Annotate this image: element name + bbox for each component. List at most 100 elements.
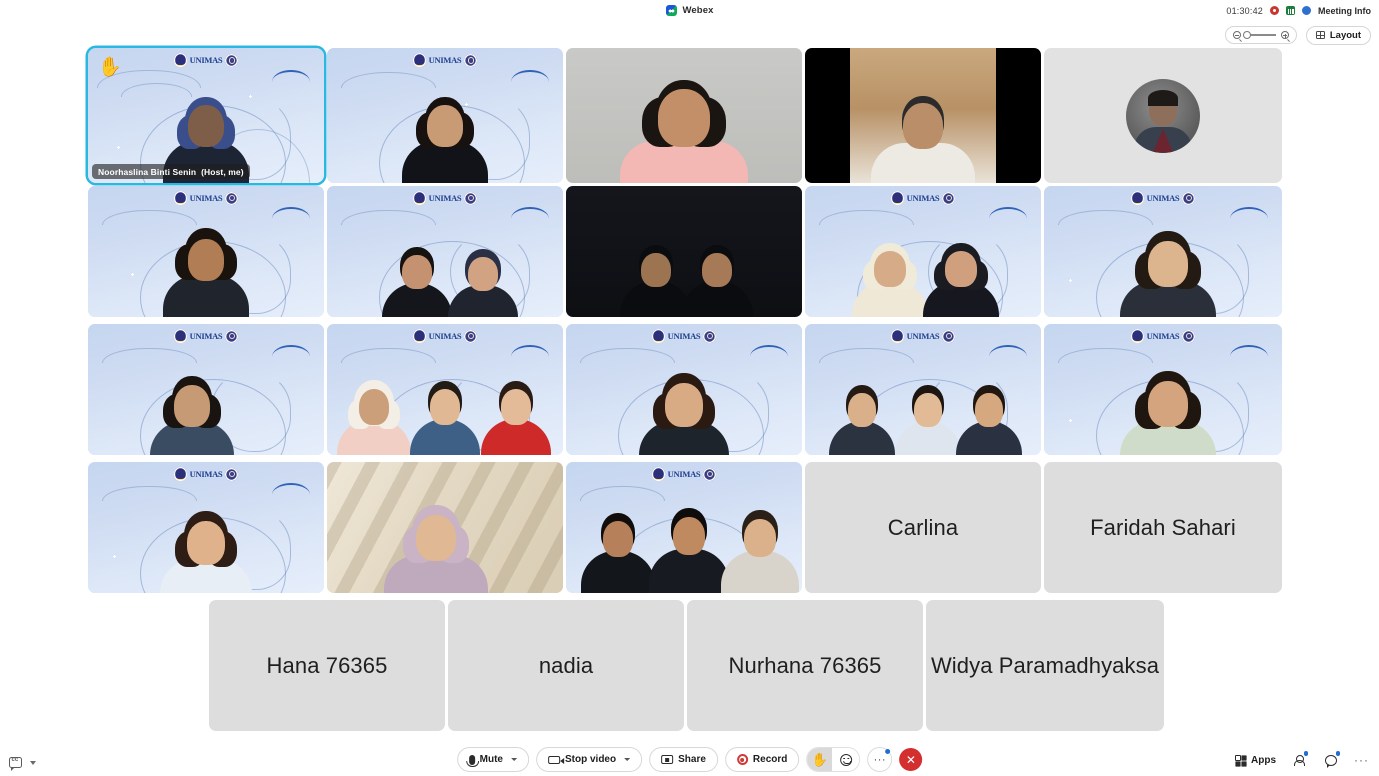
unimas-seal-icon — [464, 53, 478, 67]
participant-tile[interactable]: UNIMAS — [566, 462, 802, 593]
network-signal-icon[interactable] — [1286, 6, 1295, 15]
participant-tile[interactable]: UNIMAS — [88, 324, 324, 455]
participant-tile[interactable]: UNIMAS — [566, 324, 802, 455]
microphone-icon — [466, 754, 480, 767]
participant-video-person — [160, 521, 252, 593]
share-button-label: Share — [678, 754, 706, 765]
zoom-out-icon[interactable] — [1232, 31, 1241, 39]
participant-tile[interactable] — [566, 186, 802, 317]
participant-name-badge: Noorhaslina Binti Senin (Host, me) — [92, 164, 250, 179]
participant-tile[interactable]: UNIMAS — [327, 324, 563, 455]
participant-video-person — [620, 89, 748, 183]
participant-name: Carlina — [887, 514, 959, 540]
unimas-seal-icon — [225, 53, 239, 67]
more-options-button[interactable]: ··· — [867, 747, 893, 772]
participant-video-person — [1119, 241, 1216, 317]
share-screen-icon — [661, 755, 674, 764]
toolbar-center: Mute Stop video Share Record ✋ ··· ✕ — [456, 747, 923, 772]
participant-tile-placeholder[interactable]: Carlina — [805, 462, 1041, 593]
unimas-seal-icon — [703, 467, 717, 481]
unimas-wordmark: UNIMAS — [428, 55, 462, 66]
meeting-info-button[interactable]: Meeting Info — [1318, 6, 1371, 16]
toolbar-right: Apps ··· — [1235, 751, 1369, 769]
participant-name: nadia — [538, 652, 594, 678]
participant-tile[interactable]: UNIMAS — [805, 186, 1041, 317]
toolbar-more-button[interactable]: ··· — [1354, 753, 1369, 767]
participant-tile-avatar[interactable] — [1044, 48, 1282, 183]
apps-button[interactable]: Apps — [1235, 755, 1276, 766]
participant-tile-placeholder[interactable]: Faridah Sahari — [1044, 462, 1282, 593]
participant-video-person — [163, 239, 249, 317]
participant-video-person — [922, 251, 999, 317]
participant-tile-self[interactable]: UNIMAS ✋ Noorhaslina Binti Senin (Host, … — [88, 48, 324, 183]
unimas-crest-icon — [412, 191, 426, 206]
chevron-down-icon[interactable] — [624, 758, 631, 761]
grid-layout-icon — [1315, 31, 1325, 39]
unimas-wordmark: UNIMAS — [1146, 331, 1180, 342]
unimas-crest-icon — [173, 329, 187, 344]
layout-button[interactable]: Layout — [1305, 25, 1371, 45]
share-button[interactable]: Share — [649, 747, 718, 772]
participant-tile[interactable]: UNIMAS — [88, 186, 324, 317]
participant-tile[interactable] — [327, 462, 563, 593]
raise-hand-button[interactable]: ✋ — [807, 748, 833, 771]
apps-button-label: Apps — [1251, 754, 1276, 766]
unimas-wordmark: UNIMAS — [667, 469, 701, 480]
end-call-button[interactable]: ✕ — [899, 748, 923, 771]
meeting-toolbar: Mute Stop video Share Record ✋ ··· — [0, 738, 1379, 776]
participant-tile-placeholder[interactable]: Nurhana 76365 — [687, 600, 923, 731]
participant-video-person — [851, 251, 928, 317]
avatar — [1126, 78, 1200, 153]
zoom-slider[interactable] — [1224, 26, 1297, 44]
chat-button[interactable] — [1322, 751, 1340, 769]
participant-tile[interactable] — [805, 48, 1041, 183]
participant-video-person — [337, 389, 412, 455]
stop-video-button-label: Stop video — [564, 754, 617, 765]
stop-video-button[interactable]: Stop video — [535, 747, 643, 772]
chevron-down-icon[interactable] — [510, 758, 517, 761]
unimas-wordmark: UNIMAS — [189, 55, 223, 66]
mute-button[interactable]: Mute — [456, 747, 529, 772]
grid-row: UNIMAS UNIMAS — [88, 462, 1282, 593]
participant-tile[interactable]: UNIMAS — [1044, 186, 1282, 317]
participants-button[interactable] — [1290, 751, 1308, 769]
unimas-wordmark: UNIMAS — [428, 193, 462, 204]
participant-tile[interactable] — [566, 48, 802, 183]
chevron-down-icon[interactable] — [30, 760, 36, 765]
record-status-icon[interactable] — [1270, 6, 1279, 15]
zoom-thumb[interactable] — [1242, 31, 1251, 40]
participant-tile[interactable]: UNIMAS — [1044, 324, 1282, 455]
unimas-crest-icon — [1130, 191, 1144, 206]
reactions-button[interactable] — [832, 748, 860, 771]
closed-captions-icon[interactable] — [9, 757, 22, 771]
participant-tile[interactable]: UNIMAS — [805, 324, 1041, 455]
unimas-crest-icon — [890, 329, 904, 344]
unimas-seal-icon — [225, 329, 239, 343]
participant-video-person — [383, 515, 488, 593]
participant-tile[interactable]: UNIMAS — [327, 48, 563, 183]
participant-video-person — [410, 389, 480, 455]
unimas-seal-icon — [703, 329, 717, 343]
grid-row: UNIMAS UNIMAS — [88, 324, 1282, 455]
unimas-crest-icon — [651, 467, 665, 482]
zoom-in-icon[interactable] — [1280, 31, 1289, 39]
unimas-wordmark: UNIMAS — [189, 331, 223, 342]
title-bar: Webex — [0, 0, 1379, 21]
participant-tile-placeholder[interactable]: Widya Paramadhyaksa — [926, 600, 1164, 731]
participant-tile[interactable]: UNIMAS — [327, 186, 563, 317]
unimas-wordmark: UNIMAS — [1146, 193, 1180, 204]
raised-hand-icon: ✋ — [98, 57, 122, 78]
participant-tile-placeholder[interactable]: Hana 76365 — [209, 600, 445, 731]
participant-tile[interactable]: UNIMAS — [88, 462, 324, 593]
toolbar-left — [9, 757, 36, 771]
unimas-crest-icon — [173, 467, 187, 482]
participants-icon — [1294, 754, 1306, 766]
participant-name: Hana 76365 — [266, 652, 388, 678]
participant-tile-placeholder[interactable]: nadia — [448, 600, 684, 731]
participant-video-person — [381, 255, 452, 317]
record-button[interactable]: Record — [724, 747, 800, 772]
participant-name: Nurhana 76365 — [728, 652, 882, 678]
zoom-track[interactable] — [1242, 31, 1276, 40]
notification-badge — [1335, 751, 1340, 756]
layout-button-label: Layout — [1329, 29, 1361, 41]
